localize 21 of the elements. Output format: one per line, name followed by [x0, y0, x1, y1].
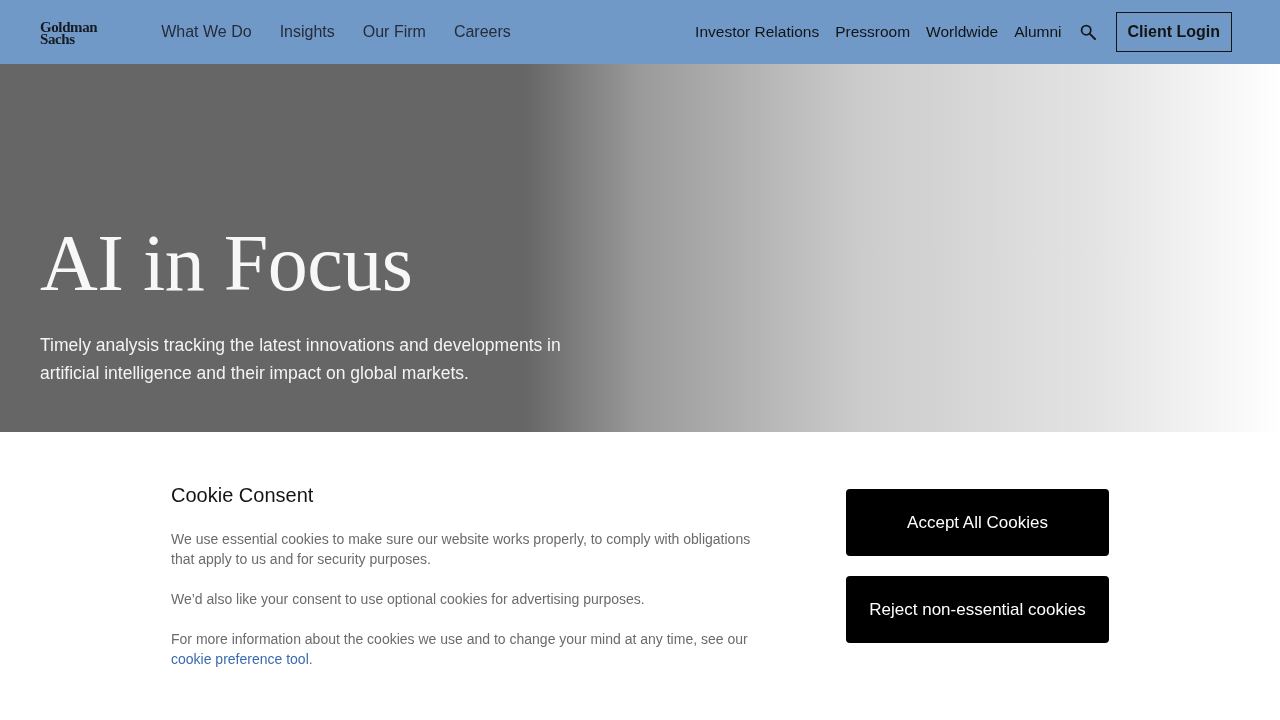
- search-button[interactable]: [1079, 24, 1096, 40]
- consent-text: For more information about the cookies we use and to change your mind at any time, see our cookie preference tool.: [171, 630, 749, 669]
- consent-title: Cookie Consent: [171, 483, 315, 507]
- nav-link[interactable]: Alumni: [1014, 22, 1062, 42]
- cookie-preference-link[interactable]: cookie preference tool: [171, 651, 309, 667]
- search-icon: [1079, 24, 1096, 40]
- nav-link[interactable]: Insights: [279, 22, 335, 42]
- consent-button[interactable]: Accept All Cookies: [846, 489, 1109, 556]
- hero-title: AI in Focus: [40, 223, 413, 303]
- consent-text: We use essential cookies to make sure our website works properly, to comply with obligations that apply to us and for security purposes.: [171, 530, 752, 569]
- logo[interactable]: Goldman Sachs: [40, 19, 98, 45]
- consent-text: We’d also like your consent to use optional cookies for advertising purposes.: [171, 590, 646, 609]
- nav-link[interactable]: Investor Relations: [695, 22, 820, 42]
- hero-subtitle: Timely analysis tracking the latest innovations and developments in artificial intelligence and their impact on global markets.: [40, 334, 562, 385]
- nav-link[interactable]: What We Do: [161, 22, 252, 42]
- nav-link[interactable]: Our Firm: [362, 22, 426, 42]
- nav-link[interactable]: Worldwide: [926, 22, 999, 42]
- nav-link[interactable]: Pressroom: [835, 22, 911, 42]
- nav-link[interactable]: Careers: [453, 22, 511, 42]
- client-login-button[interactable]: Client Login: [1115, 12, 1232, 52]
- consent-button[interactable]: Reject non-essential cookies: [846, 576, 1109, 643]
